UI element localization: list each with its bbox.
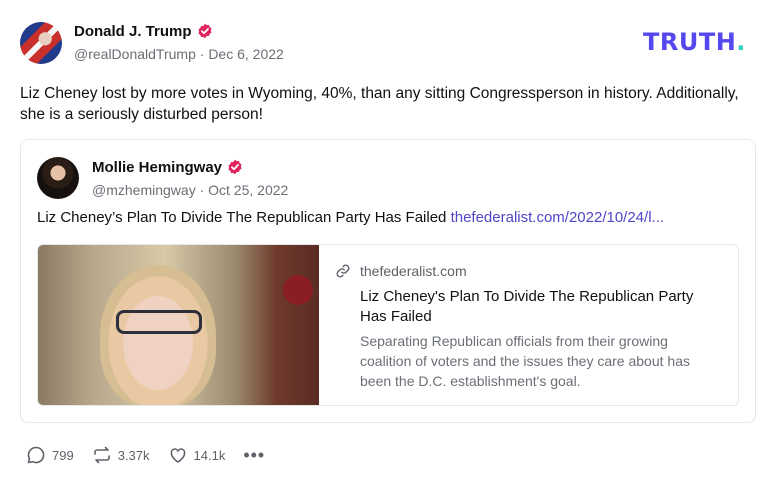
author-avatar[interactable] (20, 22, 62, 64)
quote-meta: @mzhemingway · Oct 25, 2022 (92, 182, 288, 198)
quote-date[interactable]: Oct 25, 2022 (208, 182, 288, 198)
quoted-post[interactable]: Mollie Hemingway @mzhemingway · Oct 25, … (20, 139, 756, 423)
author-name-row[interactable]: Donald J. Trump (74, 23, 213, 40)
quote-author-avatar[interactable] (37, 157, 79, 199)
retruth-icon (93, 446, 110, 464)
portrait-glasses (116, 310, 202, 334)
truth-logo[interactable]: TRUTH. (643, 28, 746, 56)
link-preview-card[interactable]: thefederalist.com Liz Cheney's Plan To D… (37, 244, 739, 406)
quote-text: Liz Cheney’s Plan To Divide The Republic… (37, 209, 447, 226)
post-date[interactable]: Dec 6, 2022 (208, 46, 284, 62)
logo-text: TRUTH (643, 28, 737, 56)
more-options-button[interactable]: ••• (243, 445, 266, 465)
link-preview-image[interactable] (38, 245, 319, 405)
post-body: Liz Cheney lost by more votes in Wyoming… (20, 85, 739, 123)
verified-badge-icon (228, 159, 242, 175)
reply-button[interactable]: 799 (26, 445, 74, 465)
truth-post: Donald J. Trump @realDonaldTrump · Dec 6… (0, 0, 777, 486)
link-preview-title[interactable]: Liz Cheney's Plan To Divide The Republic… (360, 287, 720, 327)
author-meta: @realDonaldTrump · Dec 6, 2022 (74, 46, 284, 62)
link-icon (336, 264, 350, 278)
logo-dot: . (736, 28, 746, 56)
quote-author-name-row[interactable]: Mollie Hemingway (92, 159, 243, 176)
meta-separator: · (199, 182, 209, 198)
quote-author-name[interactable]: Mollie Hemingway (92, 159, 222, 176)
verified-badge-icon (198, 23, 212, 39)
post-actions: 799 3.37k 14.1k ••• (26, 444, 283, 466)
reply-count: 799 (52, 447, 74, 463)
link-preview-domain: thefederalist.com (360, 263, 467, 279)
reply-icon (27, 446, 45, 464)
heart-icon (170, 448, 185, 463)
author-name[interactable]: Donald J. Trump (74, 23, 192, 40)
more-icon: ••• (243, 445, 266, 465)
quote-link[interactable]: thefederalist.com/2022/10/24/l... (451, 209, 664, 226)
like-button[interactable]: 14.1k (168, 445, 226, 465)
like-count: 14.1k (193, 447, 226, 463)
author-handle[interactable]: @realDonaldTrump (74, 46, 196, 62)
quote-body: Liz Cheney’s Plan To Divide The Republic… (37, 209, 664, 226)
portrait-face (100, 265, 216, 405)
quote-handle[interactable]: @mzhemingway (92, 182, 196, 198)
background-flower (283, 275, 313, 305)
link-preview-description: Separating Republican officials from the… (360, 333, 690, 389)
retruth-button[interactable]: 3.37k (92, 445, 150, 465)
retruth-count: 3.37k (117, 447, 150, 463)
